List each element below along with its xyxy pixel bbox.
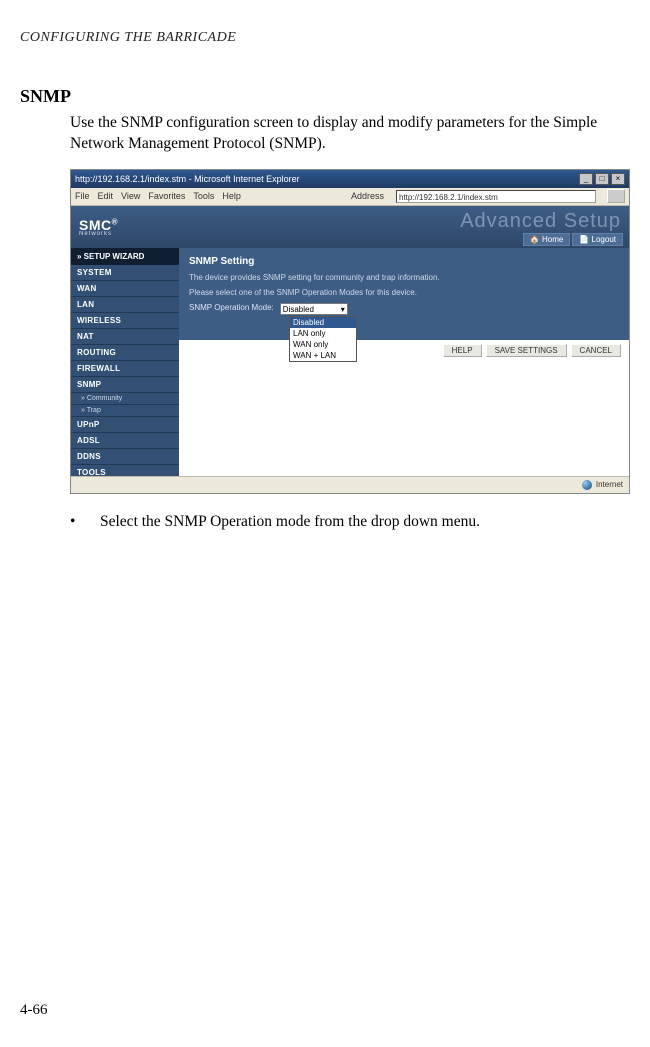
- page-number: 4-66: [20, 1002, 48, 1019]
- menu-tools[interactable]: Tools: [193, 191, 214, 201]
- sidebar-setup-wizard[interactable]: » SETUP WIZARD: [71, 248, 179, 265]
- logout-link[interactable]: 📄 Logout: [572, 233, 623, 246]
- address-label: Address: [351, 191, 384, 201]
- content-area: SNMP Setting The device provides SNMP se…: [179, 248, 629, 478]
- help-button[interactable]: HELP: [443, 344, 482, 357]
- menu-edit[interactable]: Edit: [98, 191, 114, 201]
- sidebar-item-upnp[interactable]: UPnP: [71, 417, 179, 433]
- close-button[interactable]: ×: [611, 173, 625, 185]
- sidebar-item-system[interactable]: SYSTEM: [71, 265, 179, 281]
- section-title: SNMP: [0, 86, 650, 113]
- opmode-label: SNMP Operation Mode:: [189, 303, 274, 312]
- maximize-button[interactable]: □: [595, 173, 609, 185]
- sidebar-item-lan[interactable]: LAN: [71, 297, 179, 313]
- sidebar-item-nat[interactable]: NAT: [71, 329, 179, 345]
- sidebar-item-adsl[interactable]: ADSL: [71, 433, 179, 449]
- menu-help[interactable]: Help: [222, 191, 241, 201]
- sidebar-item-wan[interactable]: WAN: [71, 281, 179, 297]
- panel-line1: The device provides SNMP setting for com…: [189, 273, 619, 282]
- go-button[interactable]: [607, 189, 625, 203]
- bullet-item: • Select the SNMP Operation mode from th…: [0, 494, 650, 533]
- internet-zone-icon: [582, 480, 592, 490]
- menu-view[interactable]: View: [121, 191, 140, 201]
- opmode-option-wan[interactable]: WAN only: [290, 339, 356, 350]
- menu-favorites[interactable]: Favorites: [148, 191, 185, 201]
- sidebar-item-wireless[interactable]: WIRELESS: [71, 313, 179, 329]
- running-header: CONFIGURING THE BARRICADE: [0, 30, 650, 86]
- sidebar-sub-trap[interactable]: » Trap: [71, 405, 179, 417]
- cancel-button[interactable]: CANCEL: [571, 344, 621, 357]
- ie-status-bar: Internet: [71, 476, 629, 493]
- opmode-dropdown-list[interactable]: Disabled LAN only WAN only WAN + LAN: [289, 316, 357, 362]
- panel-title: SNMP Setting: [189, 256, 619, 267]
- save-button[interactable]: SAVE SETTINGS: [486, 344, 567, 357]
- sidebar: » SETUP WIZARD SYSTEM WAN LAN WIRELESS N…: [71, 248, 179, 478]
- chevron-down-icon: ▾: [341, 304, 345, 314]
- minimize-button[interactable]: _: [579, 173, 593, 185]
- app-header: SMC® Networks Advanced Setup 🏠 Home 📄 Lo…: [71, 206, 629, 248]
- menu-file[interactable]: File: [75, 191, 90, 201]
- ie-title-bar: http://192.168.2.1/index.stm - Microsoft…: [71, 170, 629, 188]
- sidebar-item-routing[interactable]: ROUTING: [71, 345, 179, 361]
- bullet-marker: •: [70, 512, 100, 533]
- sidebar-item-snmp[interactable]: SNMP: [71, 377, 179, 393]
- opmode-option-disabled[interactable]: Disabled: [290, 317, 356, 328]
- banner-text: Advanced Setup: [460, 210, 621, 233]
- opmode-option-wanlan[interactable]: WAN + LAN: [290, 350, 356, 361]
- home-link[interactable]: 🏠 Home: [523, 233, 571, 246]
- sidebar-sub-community[interactable]: » Community: [71, 393, 179, 405]
- sidebar-item-ddns[interactable]: DDNS: [71, 449, 179, 465]
- ie-window-title: http://192.168.2.1/index.stm - Microsoft…: [75, 174, 300, 184]
- sidebar-item-firewall[interactable]: FIREWALL: [71, 361, 179, 377]
- bullet-text: Select the SNMP Operation mode from the …: [100, 512, 480, 533]
- panel-line2: Please select one of the SNMP Operation …: [189, 288, 619, 297]
- internet-zone-label: Internet: [596, 480, 623, 489]
- smc-logo-sub: Networks: [79, 231, 118, 237]
- address-input[interactable]: http://192.168.2.1/index.stm: [396, 190, 596, 203]
- opmode-select[interactable]: Disabled▾: [280, 303, 348, 315]
- opmode-option-lan[interactable]: LAN only: [290, 328, 356, 339]
- snmp-screenshot-figure: http://192.168.2.1/index.stm - Microsoft…: [70, 169, 630, 494]
- ie-menu-bar: File Edit View Favorites Tools Help Addr…: [71, 188, 629, 206]
- intro-paragraph: Use the SNMP configuration screen to dis…: [0, 113, 650, 169]
